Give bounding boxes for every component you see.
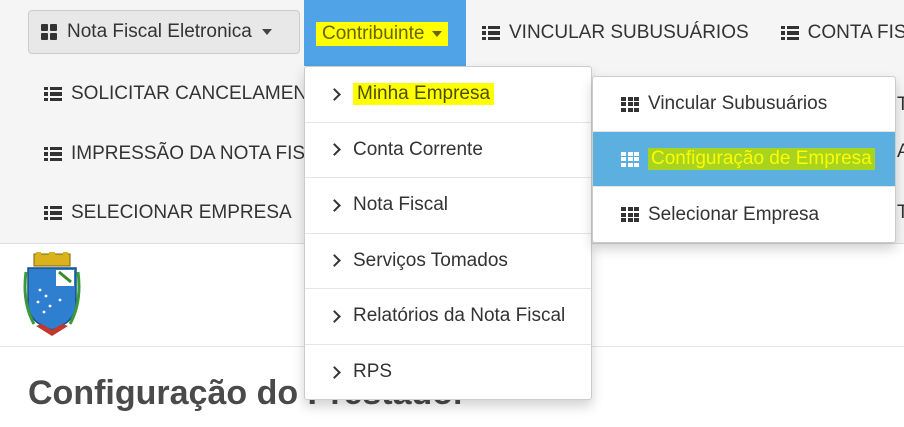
nav-item-cutoff-text: A (897, 141, 904, 162)
menu-item-label: Nota Fiscal (353, 194, 449, 216)
contribuinte-label-highlight: Contribuinte (316, 22, 449, 46)
contribuinte-dropdown-menu: Minha Empresa Conta Corrente Nota Fiscal… (304, 66, 592, 400)
menu-item-label: Minha Empresa (353, 83, 495, 106)
menu-item-label: Conta Corrente (353, 138, 483, 160)
nav-item-vincular-subusuarios[interactable]: VINCULAR SUBUSUÁRIOS (466, 5, 765, 61)
list-icon (44, 205, 62, 221)
chevron-right-icon (328, 309, 341, 323)
contribuinte-label: Contribuinte (322, 23, 425, 44)
grid-icon (41, 24, 57, 40)
nav-item-label: CONTA FISC (807, 22, 904, 43)
list-icon (780, 25, 799, 41)
grid-icon (621, 151, 639, 167)
nav-item-label: VINCULAR SUBUSUÁRIOS (509, 22, 749, 43)
grid-icon (621, 96, 639, 112)
caret-down-icon (261, 29, 272, 35)
chevron-right-icon (328, 87, 341, 101)
list-icon (44, 86, 62, 102)
nav-item-impressao-nota-fiscal[interactable]: IMPRESSÃO DA NOTA FISC (28, 126, 335, 182)
nav-item-selecionar-empresa[interactable]: SELECIONAR EMPRESA (28, 185, 308, 241)
menu-item-rps[interactable]: RPS (305, 345, 591, 401)
grid-icon (621, 207, 639, 222)
menu-item-label: RPS (353, 361, 393, 383)
submenu-item-configuracao-empresa[interactable]: Configuração de Empresa (593, 132, 895, 187)
minha-empresa-submenu: Vincular Subusuários Configuração de Emp… (592, 76, 896, 243)
submenu-item-vincular-subusuarios[interactable]: Vincular Subusuários (593, 77, 895, 132)
chevron-right-icon (328, 365, 341, 379)
submenu-item-label: Vincular Subusuários (648, 93, 828, 114)
list-icon (44, 146, 62, 162)
submenu-item-selecionar-empresa[interactable]: Selecionar Empresa (593, 187, 895, 242)
chevron-right-icon (328, 143, 341, 157)
menu-item-conta-corrente[interactable]: Conta Corrente (305, 123, 591, 178)
menu-item-label: Relatórios da Nota Fiscal (353, 305, 566, 327)
menu-item-label: Serviços Tomados (353, 249, 508, 271)
nav-row-4: SELECIONAR EMPRESA (28, 185, 308, 241)
nav-item-cutoff-text: T (897, 94, 904, 115)
nav-item-label: IMPRESSÃO DA NOTA FISC (71, 143, 319, 164)
nav-row-2: SOLICITAR CANCELAMENT (28, 66, 335, 122)
nav-item-cutoff-text: T (897, 202, 904, 223)
caret-down-icon (432, 31, 443, 37)
municipal-crest-logo (23, 252, 81, 336)
nav-row-3: IMPRESSÃO DA NOTA FISC (28, 126, 335, 182)
nav-row-1: VINCULAR SUBUSUÁRIOS CONTA FISC (466, 5, 904, 61)
nav-item-label: SELECIONAR EMPRESA (71, 202, 292, 223)
chevron-right-icon (328, 198, 341, 212)
menu-item-minha-empresa[interactable]: Minha Empresa (305, 67, 591, 123)
chevron-right-icon (328, 254, 341, 268)
submenu-item-label: Configuração de Empresa (648, 148, 875, 170)
menu-item-relatorios-nota-fiscal[interactable]: Relatórios da Nota Fiscal (305, 289, 591, 345)
nav-item-label: SOLICITAR CANCELAMENT (71, 83, 319, 104)
contribuinte-dropdown-button[interactable]: Contribuinte (304, 0, 466, 66)
nota-fiscal-dropdown-button[interactable]: Nota Fiscal Eletronica (28, 10, 300, 54)
nota-fiscal-label: Nota Fiscal Eletronica (67, 21, 252, 42)
nav-item-solicitar-cancelamento[interactable]: SOLICITAR CANCELAMENT (28, 66, 335, 122)
submenu-item-label: Selecionar Empresa (648, 203, 820, 225)
nav-item-conta-fiscal[interactable]: CONTA FISC (765, 5, 904, 61)
menu-item-nota-fiscal[interactable]: Nota Fiscal (305, 178, 591, 234)
menu-item-servicos-tomados[interactable]: Serviços Tomados (305, 234, 591, 289)
list-icon (482, 25, 500, 41)
